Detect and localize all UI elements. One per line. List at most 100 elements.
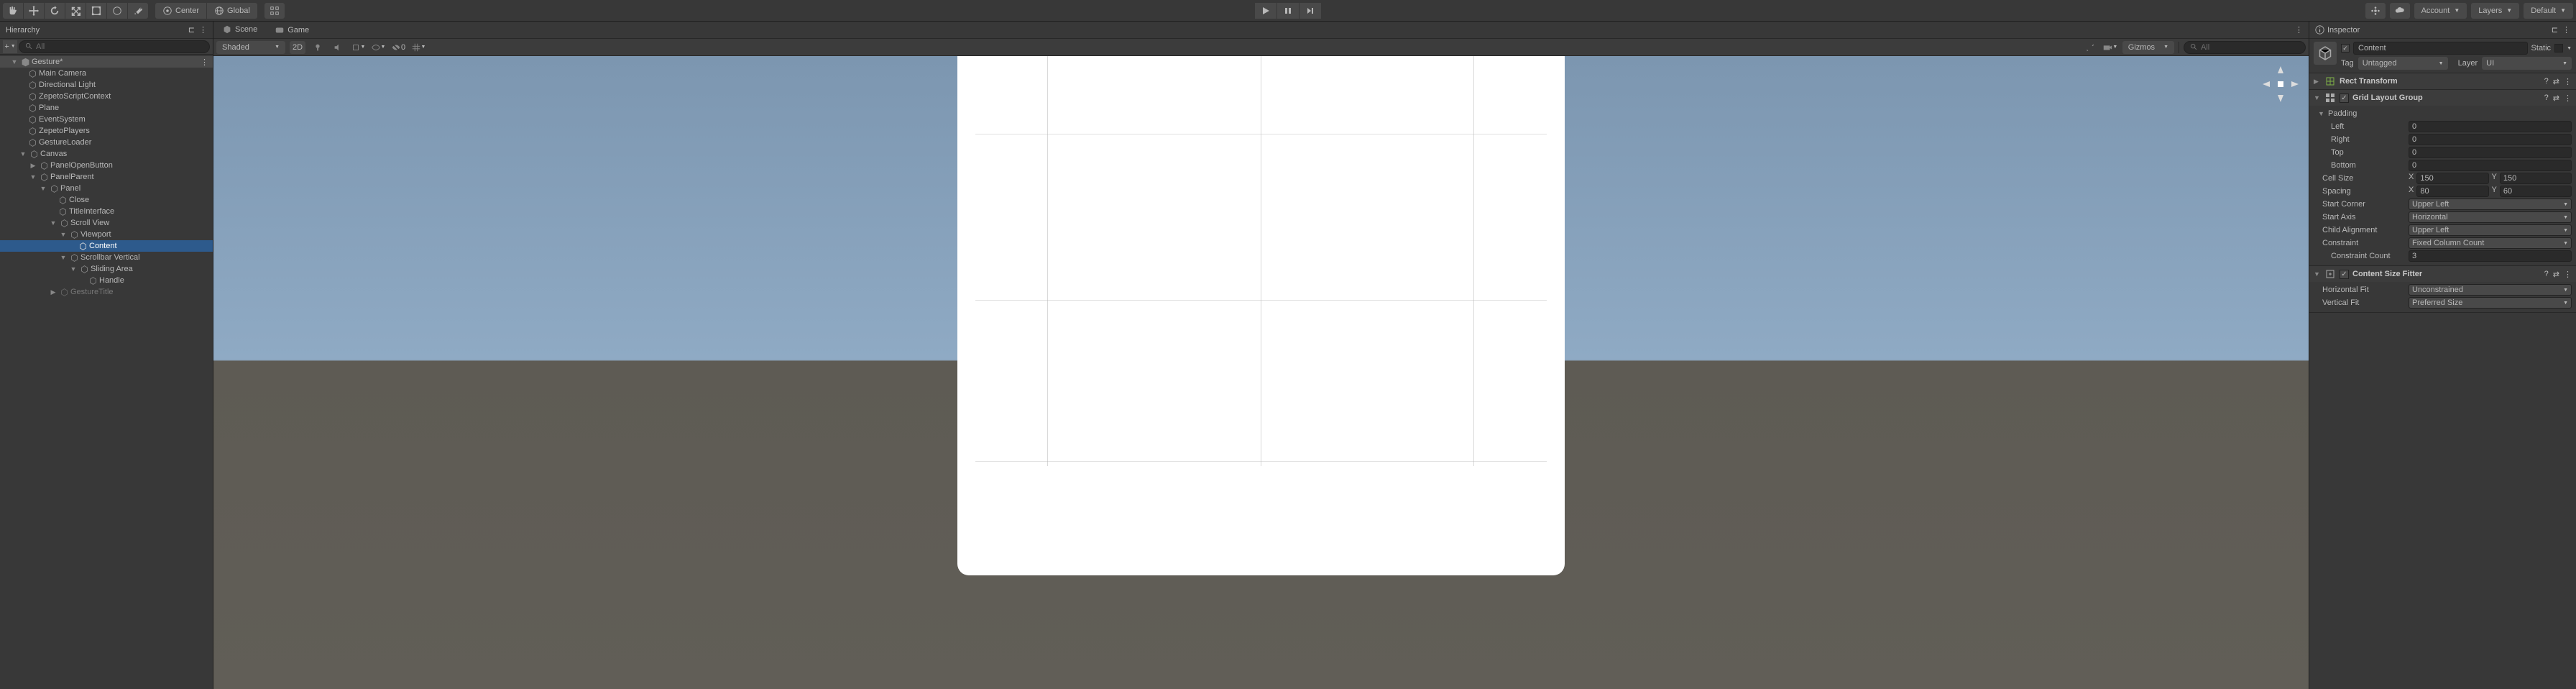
layers-dropdown[interactable]: Layers▼ — [2471, 3, 2519, 19]
content-fitter-header[interactable]: ▼ ✓ Content Size Fitter ?⇄⋮ — [2309, 266, 2576, 282]
help-icon[interactable]: ? — [2544, 77, 2549, 86]
camera-settings[interactable]: ▼ — [2102, 41, 2118, 54]
scene-tab[interactable]: Scene — [213, 22, 266, 38]
layer-dropdown[interactable]: UI▼ — [2482, 57, 2572, 70]
foldout-icon[interactable]: ▼ — [49, 219, 58, 227]
tree-item-scrollbar-v[interactable]: ▼Scrollbar Vertical — [0, 252, 213, 263]
component-menu-icon[interactable]: ⋮ — [2564, 93, 2572, 103]
tree-item-zepeto-script[interactable]: ZepetoScriptContext — [0, 91, 213, 102]
tree-item-zepeto-players[interactable]: ZepetoPlayers — [0, 125, 213, 137]
component-menu-icon[interactable]: ⋮ — [2564, 270, 2572, 279]
cloud-button[interactable] — [2390, 3, 2410, 19]
tree-item-camera[interactable]: Main Camera — [0, 68, 213, 79]
start-corner-dropdown[interactable]: Upper Left▼ — [2409, 199, 2572, 210]
scene-root[interactable]: ▼Gesture*⋮ — [0, 56, 213, 68]
rect-tool[interactable] — [86, 3, 106, 19]
tree-item-scrollview[interactable]: ▼Scroll View — [0, 217, 213, 229]
padding-bottom-field[interactable]: 0 — [2409, 160, 2572, 171]
scale-tool[interactable] — [65, 3, 86, 19]
pause-button[interactable] — [1277, 3, 1299, 19]
start-axis-dropdown[interactable]: Horizontal▼ — [2409, 211, 2572, 223]
static-checkbox[interactable] — [2554, 44, 2563, 53]
foldout-icon[interactable]: ▼ — [69, 265, 78, 273]
foldout-icon[interactable]: ▼ — [19, 150, 27, 158]
gizmos-dropdown[interactable]: Gizmos▼ — [2122, 41, 2174, 54]
snap-toggle[interactable] — [264, 3, 285, 19]
account-dropdown[interactable]: Account▼ — [2414, 3, 2467, 19]
layout-dropdown[interactable]: Default▼ — [2524, 3, 2573, 19]
rotate-tool[interactable] — [45, 3, 65, 19]
foldout-icon[interactable]: ▶ — [49, 288, 58, 296]
create-dropdown[interactable]: +▼ — [3, 40, 17, 53]
grid-toggle[interactable]: ▼ — [410, 41, 426, 54]
custom-tool[interactable] — [128, 3, 148, 19]
preset-icon[interactable]: ⇄ — [2553, 93, 2559, 103]
lock-icon[interactable]: ⊏ — [188, 25, 195, 35]
game-tab[interactable]: Game — [266, 22, 318, 38]
spacing-y-field[interactable]: 60 — [2500, 186, 2572, 197]
transform-tool[interactable] — [107, 3, 127, 19]
tree-item-plane[interactable]: Plane — [0, 102, 213, 114]
tree-item-canvas[interactable]: ▼Canvas — [0, 148, 213, 160]
preset-icon[interactable]: ⇄ — [2553, 270, 2559, 279]
tag-dropdown[interactable]: Untagged▼ — [2358, 57, 2448, 70]
tree-item-content[interactable]: Content — [0, 240, 213, 252]
tools-icon[interactable] — [2082, 41, 2098, 54]
foldout-icon[interactable]: ▼ — [2314, 270, 2321, 278]
padding-top-field[interactable]: 0 — [2409, 147, 2572, 158]
foldout-icon[interactable]: ▼ — [59, 231, 68, 238]
cell-size-y-field[interactable]: 150 — [2500, 173, 2572, 184]
foldout-icon[interactable]: ▶ — [2314, 78, 2321, 86]
spacing-x-field[interactable]: 80 — [2416, 186, 2488, 197]
cell-size-x-field[interactable]: 150 — [2416, 173, 2488, 184]
hfit-dropdown[interactable]: Unconstrained▼ — [2409, 284, 2572, 296]
move-tool[interactable] — [24, 3, 44, 19]
panel-menu-icon[interactable]: ⋮ — [2562, 25, 2570, 35]
gameobject-name-field[interactable]: Content — [2353, 42, 2528, 55]
foldout-icon[interactable]: ▼ — [59, 254, 68, 261]
constraint-count-field[interactable]: 3 — [2409, 250, 2572, 262]
panel-menu-icon[interactable]: ⋮ — [2295, 25, 2303, 35]
foldout-icon[interactable]: ▼ — [39, 185, 47, 192]
panel-menu-icon[interactable]: ⋮ — [199, 25, 207, 35]
static-dropdown-icon[interactable]: ▼ — [2567, 46, 2572, 51]
view-2d-toggle[interactable]: 2D — [290, 41, 305, 54]
collab-button[interactable] — [2365, 3, 2386, 19]
child-align-dropdown[interactable]: Upper Left▼ — [2409, 224, 2572, 236]
tree-item-panel-parent[interactable]: ▼PanelParent — [0, 171, 213, 183]
tree-item-eventsystem[interactable]: EventSystem — [0, 114, 213, 125]
lighting-toggle[interactable] — [310, 41, 326, 54]
help-icon[interactable]: ? — [2544, 270, 2549, 279]
lock-icon[interactable]: ⊏ — [2552, 25, 2558, 35]
tree-item-close[interactable]: Close — [0, 194, 213, 206]
tree-item-panel[interactable]: ▼Panel — [0, 183, 213, 194]
grid-layout-header[interactable]: ▼ ✓ Grid Layout Group ?⇄⋮ — [2309, 90, 2576, 106]
step-button[interactable] — [1300, 3, 1321, 19]
component-enabled-checkbox[interactable]: ✓ — [2340, 270, 2349, 279]
local-global-toggle[interactable]: Global — [207, 3, 257, 19]
foldout-icon[interactable]: ▼ — [29, 173, 37, 181]
component-enabled-checkbox[interactable]: ✓ — [2340, 93, 2349, 103]
help-icon[interactable]: ? — [2544, 93, 2549, 103]
tree-item-gesture-title[interactable]: ▶GestureTitle — [0, 286, 213, 298]
rect-transform-header[interactable]: ▶ Rect Transform ?⇄⋮ — [2309, 73, 2576, 89]
foldout-icon[interactable]: ▼ — [2314, 94, 2321, 101]
layers-visibility-toggle[interactable]: 0 — [390, 41, 406, 54]
foldout-icon[interactable]: ▼ — [10, 58, 19, 65]
vfit-dropdown[interactable]: Preferred Size▼ — [2409, 297, 2572, 309]
padding-left-field[interactable]: 0 — [2409, 121, 2572, 132]
foldout-icon[interactable]: ▼ — [2318, 110, 2325, 117]
tree-item-light[interactable]: Directional Light — [0, 79, 213, 91]
constraint-dropdown[interactable]: Fixed Column Count▼ — [2409, 237, 2572, 249]
tree-item-handle[interactable]: Handle — [0, 275, 213, 286]
preset-icon[interactable]: ⇄ — [2553, 77, 2559, 86]
tree-item-panel-open[interactable]: ▶PanelOpenButton — [0, 160, 213, 171]
foldout-icon[interactable]: ▶ — [29, 162, 37, 170]
play-button[interactable] — [1255, 3, 1276, 19]
scene-viewport[interactable] — [213, 56, 2309, 689]
pivot-center-toggle[interactable]: Center — [155, 3, 206, 19]
hierarchy-search[interactable]: All — [19, 40, 210, 53]
hidden-toggle[interactable]: ▼ — [370, 41, 386, 54]
hand-tool[interactable] — [3, 3, 23, 19]
tree-item-gesture-loader[interactable]: GestureLoader — [0, 137, 213, 148]
